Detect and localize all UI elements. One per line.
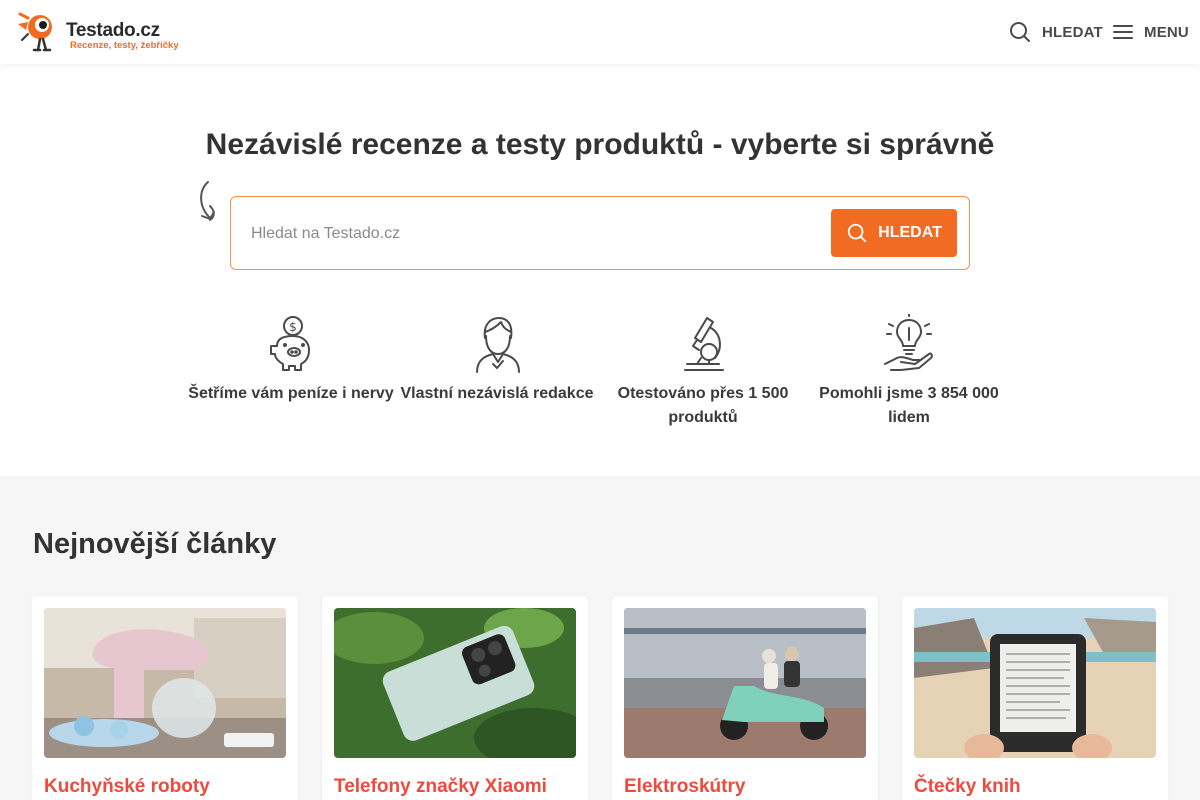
logo-subtitle: Recenze, testy, žebříčky [70, 40, 179, 51]
article-title[interactable]: Telefony značky Xiaomi [334, 776, 547, 798]
feature-text: Otestováno přes 1 500 produktů [617, 385, 789, 426]
xiaomi-phone-photo [334, 608, 576, 758]
electric-scooter-photo [624, 608, 866, 758]
curved-arrow-icon [200, 181, 215, 221]
header-search-label: HLEDAT [1042, 23, 1103, 41]
hamburger-menu-icon [1113, 25, 1133, 39]
site-logo[interactable]: Testado.cz Recenze, testy, žebříčky [16, 10, 179, 56]
header-menu-button[interactable]: MENU [1112, 18, 1189, 46]
article-title[interactable]: Elektroskútry [624, 776, 745, 798]
search-input[interactable] [251, 215, 811, 253]
piggy-bank-icon: $ [270, 316, 310, 371]
hero-search-button[interactable]: HLEDAT [831, 209, 957, 257]
feature-item: Otestováno přes 1 500 produktů [600, 314, 806, 430]
stand-mixer-photo [44, 608, 286, 758]
article-card[interactable]: Telefony značky Xiaomi [322, 596, 588, 800]
microscope-icon [684, 317, 724, 371]
hero-section: Nezávislé recenze a testy produktů - vyb… [0, 64, 1200, 476]
article-card[interactable]: Kuchyňské roboty [32, 596, 298, 800]
article-image[interactable] [44, 608, 286, 758]
logo-title: Testado.cz [66, 20, 160, 41]
feature-text: Šetříme vám peníze i nervy [188, 385, 394, 402]
article-image[interactable] [624, 608, 866, 758]
feature-item: Vlastní nezávislá redakce [394, 314, 600, 406]
feature-item: $ Šetříme vám peníze i nervy [188, 314, 394, 406]
article-card[interactable]: Čtečky knih [902, 596, 1168, 800]
article-title[interactable]: Čtečky knih [914, 776, 1021, 798]
svg-text:$: $ [289, 320, 297, 334]
article-image[interactable] [334, 608, 576, 758]
feature-list: $ Šetříme vám peníze i nervy Vlastní nez… [188, 314, 1012, 434]
lightbulb-hand-icon [884, 314, 933, 371]
search-icon [847, 223, 867, 243]
ebook-reader-photo [914, 608, 1156, 758]
latest-articles-section: Nejnovější články Kuchyňské roboty Telef… [0, 476, 1200, 800]
mascot-logo-icon [18, 12, 52, 52]
hero-search-button-label: HLEDAT [878, 224, 942, 241]
article-title[interactable]: Kuchyňské roboty [44, 776, 210, 798]
article-image[interactable] [914, 608, 1156, 758]
section-heading: Nejnovější články [33, 528, 277, 560]
header-menu-label: MENU [1144, 23, 1189, 41]
feature-text: Vlastní nezávislá redakce [400, 385, 594, 402]
header-search-button[interactable]: HLEDAT [1008, 18, 1103, 46]
person-icon [476, 317, 520, 373]
search-icon [1010, 22, 1030, 42]
feature-item: Pomohli jsme 3 854 000 lidem [806, 314, 1012, 430]
page-title: Nezávislé recenze a testy produktů - vyb… [205, 128, 995, 161]
site-header: Testado.cz Recenze, testy, žebříčky HLED… [0, 0, 1200, 64]
hero-search-box: HLEDAT [230, 196, 970, 270]
feature-text: Pomohli jsme 3 854 000 lidem [819, 385, 999, 426]
article-card[interactable]: Elektroskútry [612, 596, 878, 800]
